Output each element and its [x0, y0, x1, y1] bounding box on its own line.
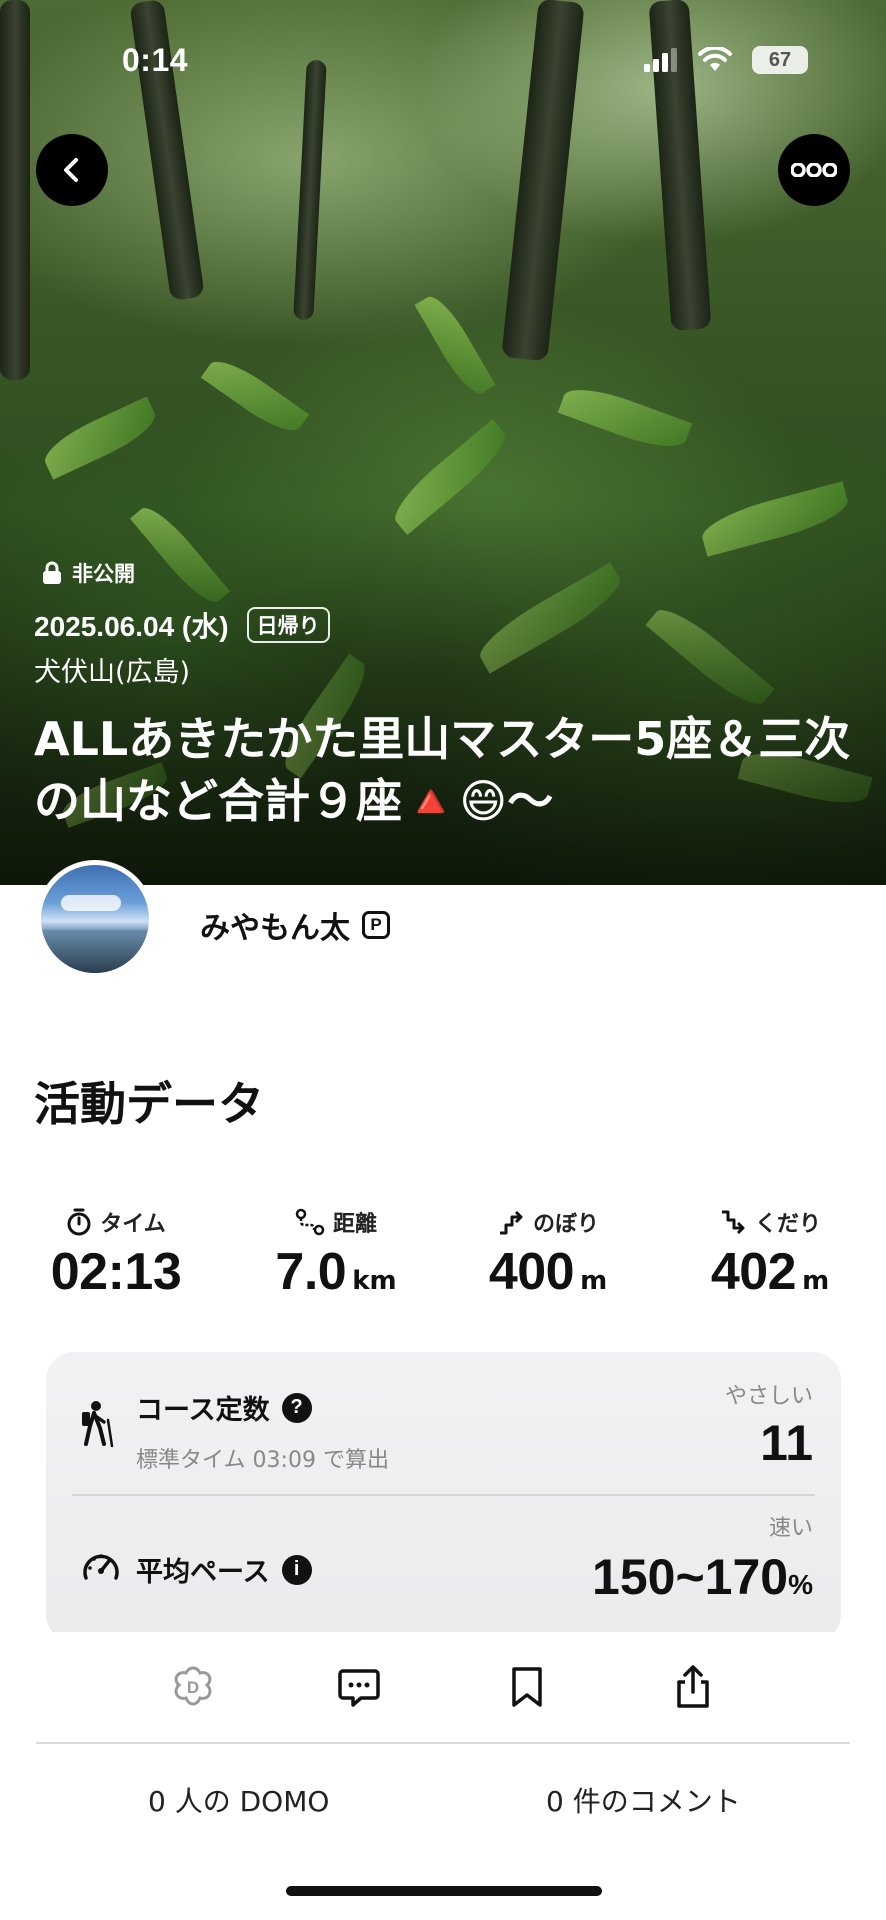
ellipsis-icon	[791, 163, 837, 177]
stats-row: タイム 02:13 距離 7.0 km のぼり 400 m くだり 402 m	[0, 1202, 886, 1322]
status-time: 0:14	[122, 42, 189, 78]
username: みやもん太	[200, 911, 350, 946]
signal-icon	[644, 48, 677, 72]
section-title: 活動データ	[34, 1077, 264, 1131]
domo-button[interactable]: D	[168, 1662, 218, 1712]
average-pace-value: 150~170	[592, 1549, 789, 1605]
stat-unit: m	[580, 1266, 608, 1296]
course-difficulty: やさしい	[724, 1384, 813, 1409]
domo-icon: D	[174, 1666, 212, 1706]
stat-value: 400	[488, 1243, 575, 1301]
info-icon[interactable]: i	[281, 1554, 312, 1585]
avatar[interactable]	[36, 860, 154, 978]
hiker-icon	[82, 1401, 114, 1448]
bookmark-button[interactable]	[502, 1662, 552, 1712]
descent-icon	[721, 1210, 745, 1235]
activity-date: 2025.06.04 (水)	[34, 611, 229, 642]
battery-level: 67	[768, 48, 792, 71]
domo-count[interactable]: 0 人の DOMO	[148, 1780, 329, 1820]
more-button[interactable]	[778, 134, 850, 206]
comment-icon	[338, 1669, 380, 1707]
pace-rating: 速い	[768, 1516, 813, 1541]
comment-button[interactable]	[334, 1662, 384, 1712]
stat-label: 距離	[332, 1212, 377, 1237]
timer-icon	[67, 1208, 91, 1236]
divider	[36, 1742, 850, 1744]
stat-distance: 距離 7.0 km	[256, 1202, 416, 1302]
stat-unit: km	[352, 1266, 397, 1296]
ascent-icon	[499, 1210, 523, 1235]
pace-value-group: 150~170%	[592, 1548, 813, 1606]
stat-value: 402	[710, 1243, 797, 1301]
trip-type-badge: 日帰り	[246, 607, 330, 643]
course-card: コース定数 ? 標準タイム 03:09 で算出 やさしい 11 平均ペース i …	[46, 1352, 841, 1642]
premium-badge: P	[362, 911, 390, 939]
chevron-left-icon	[64, 158, 78, 182]
course-constant-title: コース定数	[136, 1395, 270, 1426]
stat-descent: くだり 402 m	[690, 1202, 850, 1302]
activity-title: ALLあきたかた里山マスター5座＆三次の山など合計９座🔺😄〜	[34, 712, 851, 828]
home-indicator[interactable]	[286, 1886, 602, 1896]
stat-ascent: のぼり 400 m	[468, 1202, 628, 1302]
bookmark-icon	[512, 1667, 542, 1707]
stat-label: のぼり	[532, 1212, 599, 1237]
hero-photo[interactable]: 0:14 67 非公開 2025.06.04 (水) 日帰り 犬伏山(広島) A…	[0, 0, 886, 885]
route-icon	[295, 1208, 325, 1236]
stat-value: 7.0	[275, 1243, 347, 1301]
average-pace-title: 平均ペース	[136, 1557, 270, 1588]
mountain-name[interactable]: 犬伏山(広島)	[34, 650, 190, 689]
average-pace-unit: %	[788, 1569, 813, 1600]
stat-time: タイム 02:13	[36, 1202, 196, 1302]
stat-unit: m	[802, 1266, 830, 1296]
help-icon[interactable]: ?	[281, 1392, 312, 1423]
average-pace-row[interactable]: 平均ペース i 速い 150~170%	[46, 1494, 841, 1642]
privacy-label: 非公開	[72, 562, 135, 586]
share-button[interactable]	[668, 1662, 718, 1712]
course-constant-subtitle: 標準タイム 03:09 で算出	[136, 1448, 389, 1473]
course-constant-row[interactable]: コース定数 ? 標準タイム 03:09 で算出 やさしい 11	[46, 1352, 841, 1494]
back-button[interactable]	[36, 134, 108, 206]
lock-icon	[43, 561, 61, 584]
share-icon	[677, 1665, 709, 1708]
stat-label: タイム	[100, 1212, 166, 1237]
stat-value: 02:13	[50, 1243, 182, 1301]
speedometer-icon	[83, 1554, 119, 1580]
battery-icon: 67	[752, 46, 808, 74]
svg-text:D: D	[187, 1678, 199, 1697]
comment-count[interactable]: 0 件のコメント	[546, 1780, 741, 1820]
wifi-icon	[698, 47, 732, 71]
status-icons: 67	[644, 46, 808, 74]
stat-label: くだり	[754, 1212, 821, 1237]
date-row: 2025.06.04 (水) 日帰り	[34, 605, 330, 645]
action-bar: D	[0, 1632, 886, 1742]
course-constant-value: 11	[760, 1415, 813, 1471]
user-row[interactable]: みやもん太 P	[200, 903, 390, 947]
privacy-badge: 非公開	[42, 558, 135, 588]
